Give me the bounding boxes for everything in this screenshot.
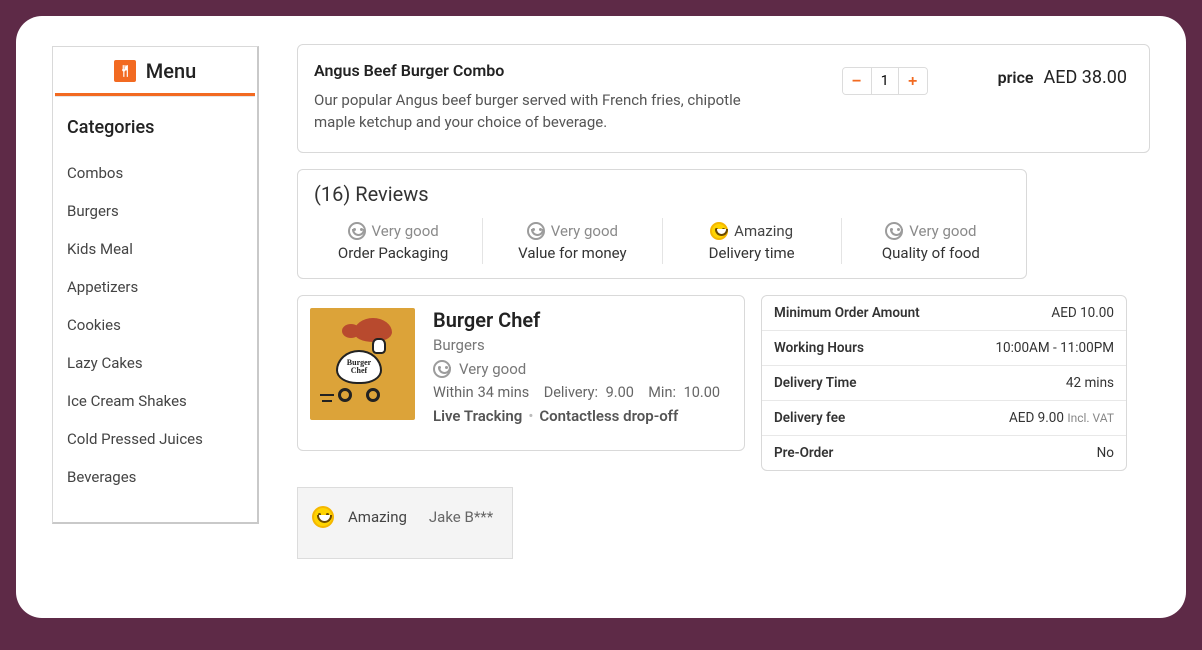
menu-item-card: Angus Beef Burger Combo Our popular Angu… (297, 44, 1150, 153)
sidebar-category-item[interactable]: Beverages (67, 458, 243, 496)
restaurant-rating: Very good (433, 360, 732, 378)
sidebar-category-item[interactable]: Burgers (67, 192, 243, 230)
quantity-stepper: − 1 + (842, 67, 928, 95)
restaurant-info-card: Minimum Order AmountAED 10.00 Working Ho… (761, 295, 1127, 471)
sidebar-category-item[interactable]: Appetizers (67, 268, 243, 306)
menu-title: Menu (146, 59, 196, 83)
item-description: Our popular Angus beef burger served wit… (314, 90, 744, 134)
reviews-heading: (16) Reviews (298, 182, 1026, 218)
smile-icon (527, 222, 545, 240)
info-row: Delivery Time42 mins (762, 366, 1126, 401)
qty-plus-button[interactable]: + (899, 68, 927, 95)
qty-value: 1 (871, 68, 899, 94)
restaurant-meta: Within34 mins Delivery: 9.00 Min: 10.00 (433, 384, 732, 401)
sidebar-category-item[interactable]: Kids Meal (67, 230, 243, 268)
smile-gold-icon (710, 222, 728, 240)
price-value: AED 38.00 (1044, 67, 1127, 88)
smile-icon (433, 360, 451, 378)
sidebar-category-item[interactable]: Lazy Cakes (67, 344, 243, 382)
item-title: Angus Beef Burger Combo (314, 61, 822, 80)
price-label: price (998, 68, 1034, 87)
qty-minus-button[interactable]: − (843, 68, 871, 95)
smile-icon (348, 222, 366, 240)
review-metric: AmazingDelivery time (662, 218, 841, 264)
sidebar-category-item[interactable]: Cookies (67, 306, 243, 344)
info-row: Minimum Order AmountAED 10.00 (762, 296, 1126, 331)
smile-gold-icon (312, 506, 334, 528)
customer-review: Amazing Jake B*** (297, 487, 513, 559)
restaurant-features: Live Tracking•Contactless drop-off (433, 407, 732, 425)
smile-icon (885, 222, 903, 240)
info-row: Delivery feeAED 9.00 Incl. VAT (762, 401, 1126, 436)
categories: Categories CombosBurgersKids MealAppetiz… (53, 97, 257, 506)
menu-header: Menu (55, 47, 255, 96)
review-metric: Very goodValue for money (482, 218, 661, 264)
sidebar-category-item[interactable]: Cold Pressed Juices (67, 420, 243, 458)
restaurant-name: Burger Chef (433, 308, 732, 332)
sidebar-category-item[interactable]: Ice Cream Shakes (67, 382, 243, 420)
restaurant-category: Burgers (433, 336, 732, 354)
restaurant-card[interactable]: Burger Chef Burger Chef Burgers Very goo… (297, 295, 745, 451)
review-metric: Very goodOrder Packaging (304, 218, 482, 264)
restaurant-logo: Burger Chef (310, 308, 415, 420)
sidebar-category-item[interactable]: Combos (67, 154, 243, 192)
reviews-card: (16) Reviews Very goodOrder PackagingVer… (297, 169, 1027, 279)
utensils-icon (114, 60, 136, 82)
review-author: Jake B*** (429, 508, 493, 526)
review-rating: Amazing (348, 508, 407, 526)
info-row: Working Hours10:00AM - 11:00PM (762, 331, 1126, 366)
sidebar: Menu Categories CombosBurgersKids MealAp… (52, 46, 259, 524)
info-row: Pre-OrderNo (762, 436, 1126, 470)
review-metric: Very goodQuality of food (841, 218, 1020, 264)
categories-title: Categories (67, 117, 243, 138)
